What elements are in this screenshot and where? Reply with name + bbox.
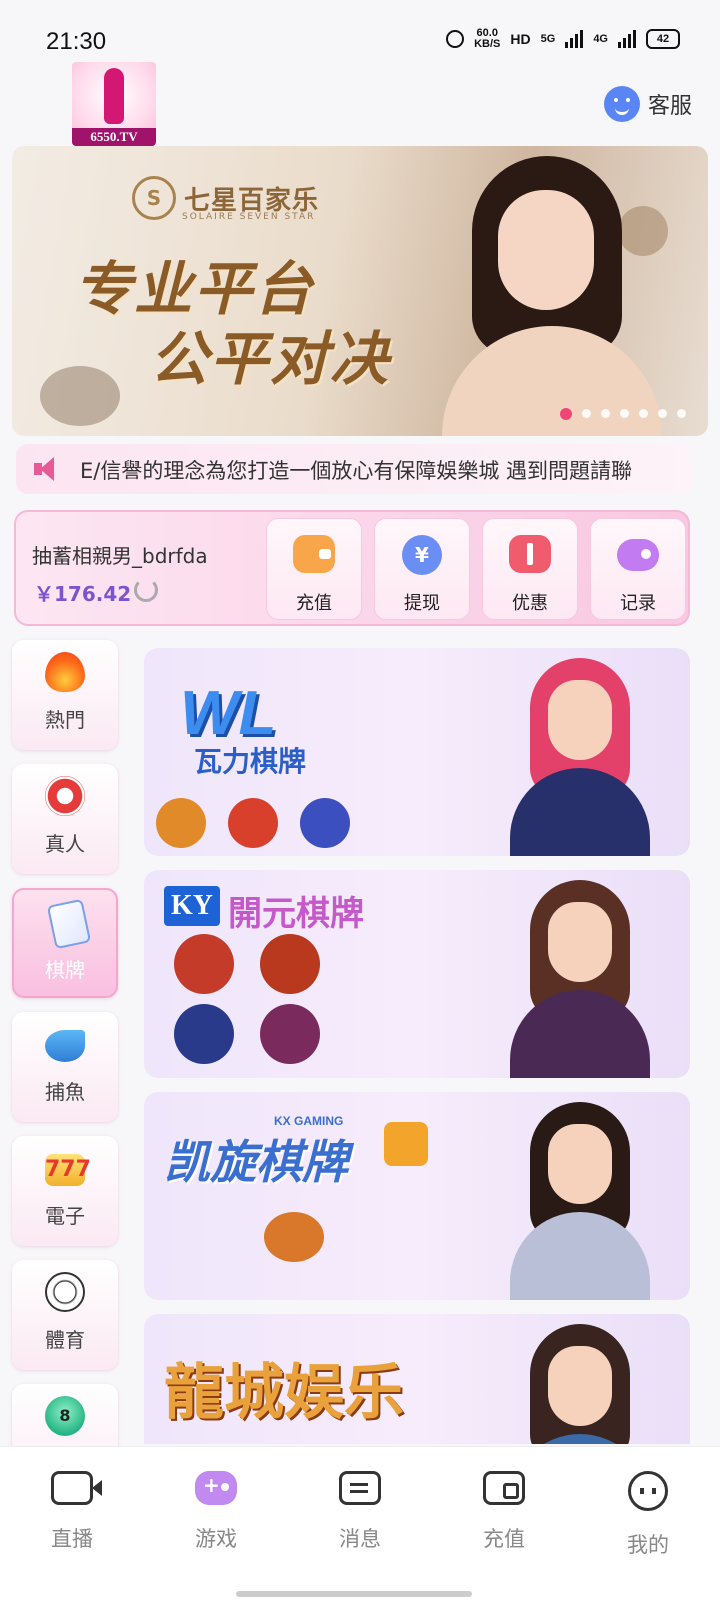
wallet-icon [483, 1471, 525, 1505]
category-live[interactable]: 真人 [12, 764, 118, 874]
category-sports[interactable]: 體育 [12, 1260, 118, 1370]
status-bar: 21:30 60.0 KB/S HD 5G 4G 42 [0, 0, 720, 60]
game-character-image [490, 658, 670, 856]
status-time: 21:30 [46, 28, 107, 55]
banner-chip-decoration [40, 366, 120, 426]
game-title: 凯旋棋牌 [164, 1135, 348, 1189]
status-icons: 60.0 KB/S HD 5G 4G 42 [446, 28, 680, 50]
announcement-text: E/信譽的理念為您打造一個放心有保障娛樂城 遇到問題請聯 [80, 459, 633, 483]
user-wallet-card: 抽蓄相親男_bdrfda ￥176.42 充值 ¥ 提现 优惠 记录 [14, 510, 690, 626]
signal-4g-icon [618, 30, 636, 48]
game-mascot-image [264, 1212, 324, 1262]
category-slots[interactable]: 777 電子 [12, 1136, 118, 1246]
game-list: WL 瓦力棋牌 KY 開元棋牌 KX GAMING 凯旋棋牌 龍城娱乐 [144, 648, 690, 1444]
banner-dot[interactable] [601, 409, 610, 418]
customer-service-label: 客服 [647, 94, 692, 119]
banner-dot[interactable] [639, 409, 648, 418]
banner-dot[interactable] [658, 409, 667, 418]
nav-profile[interactable]: 我的 [598, 1471, 698, 1571]
banner-dot[interactable] [620, 409, 629, 418]
lottery-ball-icon: 8 [45, 1396, 85, 1436]
nav-games[interactable]: 游戏 [166, 1471, 266, 1571]
game-card-wl[interactable]: WL 瓦力棋牌 [144, 648, 690, 856]
refresh-icon[interactable] [134, 578, 158, 602]
banner-model-image [432, 156, 662, 436]
poker-chip-icon [45, 776, 85, 816]
wallet-icon [293, 535, 335, 573]
bottom-nav: 直播 游戏 消息 充值 我的 [0, 1446, 720, 1601]
game-character-image [490, 880, 670, 1078]
nav-live[interactable]: 直播 [22, 1471, 122, 1571]
dice-icon [384, 1122, 428, 1166]
banner-dot[interactable] [560, 408, 572, 420]
banner-brand: S 七星百家乐 SOLAIRE SEVEN STAR [132, 176, 320, 222]
category-fishing[interactable]: 捕魚 [12, 1012, 118, 1122]
battery-icon: 42 [646, 29, 680, 49]
records-button[interactable]: 记录 [590, 518, 686, 620]
category-sidebar: 熱門 真人 棋牌 捕魚 777 電子 體育 8 [12, 640, 120, 1508]
ticket-icon [509, 535, 551, 573]
brand-name: 七星百家乐 [184, 185, 320, 216]
logo-text: 6550.TV [72, 128, 156, 146]
game-title: 龍城娱乐 [164, 1358, 404, 1428]
signal-4g-label: 4G [593, 33, 608, 45]
signal-5g-label: 5G [540, 33, 556, 45]
game-character-image [490, 1102, 670, 1300]
banner-headline-2: 公平对决 [150, 325, 391, 393]
customer-service-button[interactable]: 客服 [603, 86, 692, 122]
gamepad-icon [617, 539, 659, 571]
balance-amount: ￥176.42 [34, 582, 132, 606]
withdraw-button[interactable]: ¥ 提现 [374, 518, 470, 620]
app-logo: 6550.TV [72, 62, 156, 146]
game-thumb-icon [174, 934, 234, 994]
game-title: 開元棋牌 [228, 894, 364, 934]
cards-icon [46, 898, 92, 950]
net-speed: 60.0 KB/S [474, 27, 501, 50]
game-thumb-icon [156, 798, 206, 848]
category-hot[interactable]: 熱門 [12, 640, 118, 750]
hd-indicator: HD [510, 31, 531, 47]
soccer-ball-icon [45, 1272, 85, 1312]
signal-5g-icon [565, 30, 584, 48]
recharge-button[interactable]: 充值 [266, 518, 362, 620]
game-card-ky[interactable]: KY 開元棋牌 [144, 870, 690, 1078]
slot-777-icon: 777 [45, 1154, 91, 1186]
wallet-actions: 充值 ¥ 提现 优惠 记录 [266, 518, 686, 620]
profile-face-icon [628, 1471, 668, 1511]
home-indicator[interactable] [236, 1591, 472, 1597]
logo-figure [104, 68, 124, 124]
game-card-longcheng[interactable]: 龍城娱乐 [144, 1314, 690, 1444]
category-cards[interactable]: 棋牌 [12, 888, 118, 998]
nav-recharge[interactable]: 充值 [454, 1471, 554, 1571]
game-logo: KY [164, 886, 220, 926]
alarm-icon [446, 30, 465, 48]
nav-messages[interactable]: 消息 [310, 1471, 410, 1571]
speaker-icon [34, 457, 64, 481]
shark-icon [45, 1030, 85, 1062]
brand-logo-icon: S [132, 176, 176, 220]
brand-subtitle: SOLAIRE SEVEN STAR [182, 212, 316, 222]
username: 抽蓄相親男_bdrfda [32, 544, 208, 568]
video-camera-icon [51, 1471, 102, 1505]
game-thumb-icon [300, 798, 350, 848]
game-thumb-icon [228, 798, 278, 848]
game-thumb-icon [174, 1004, 234, 1064]
banner-dot[interactable] [677, 409, 686, 418]
customer-service-icon [603, 86, 640, 122]
game-card-kx[interactable]: KX GAMING 凯旋棋牌 [144, 1092, 690, 1300]
message-icon [339, 1471, 381, 1505]
game-thumb-icon [260, 934, 320, 994]
promo-banner[interactable]: S 七星百家乐 SOLAIRE SEVEN STAR 专业平台 公平对决 [12, 146, 708, 436]
fire-icon [45, 652, 85, 692]
yen-icon: ¥ [402, 535, 442, 575]
game-thumb-icon [260, 1004, 320, 1064]
game-title: 瓦力棋牌 [194, 745, 307, 778]
announcement-bar[interactable]: E/信譽的理念為您打造一個放心有保障娛樂城 遇到問題請聯 [16, 444, 692, 494]
promotions-button[interactable]: 优惠 [482, 518, 578, 620]
game-logo: WL [180, 679, 277, 748]
banner-pagination[interactable] [560, 408, 686, 420]
game-character-image [490, 1324, 670, 1444]
banner-dot[interactable] [582, 409, 591, 418]
gamepad-icon [195, 1471, 237, 1505]
